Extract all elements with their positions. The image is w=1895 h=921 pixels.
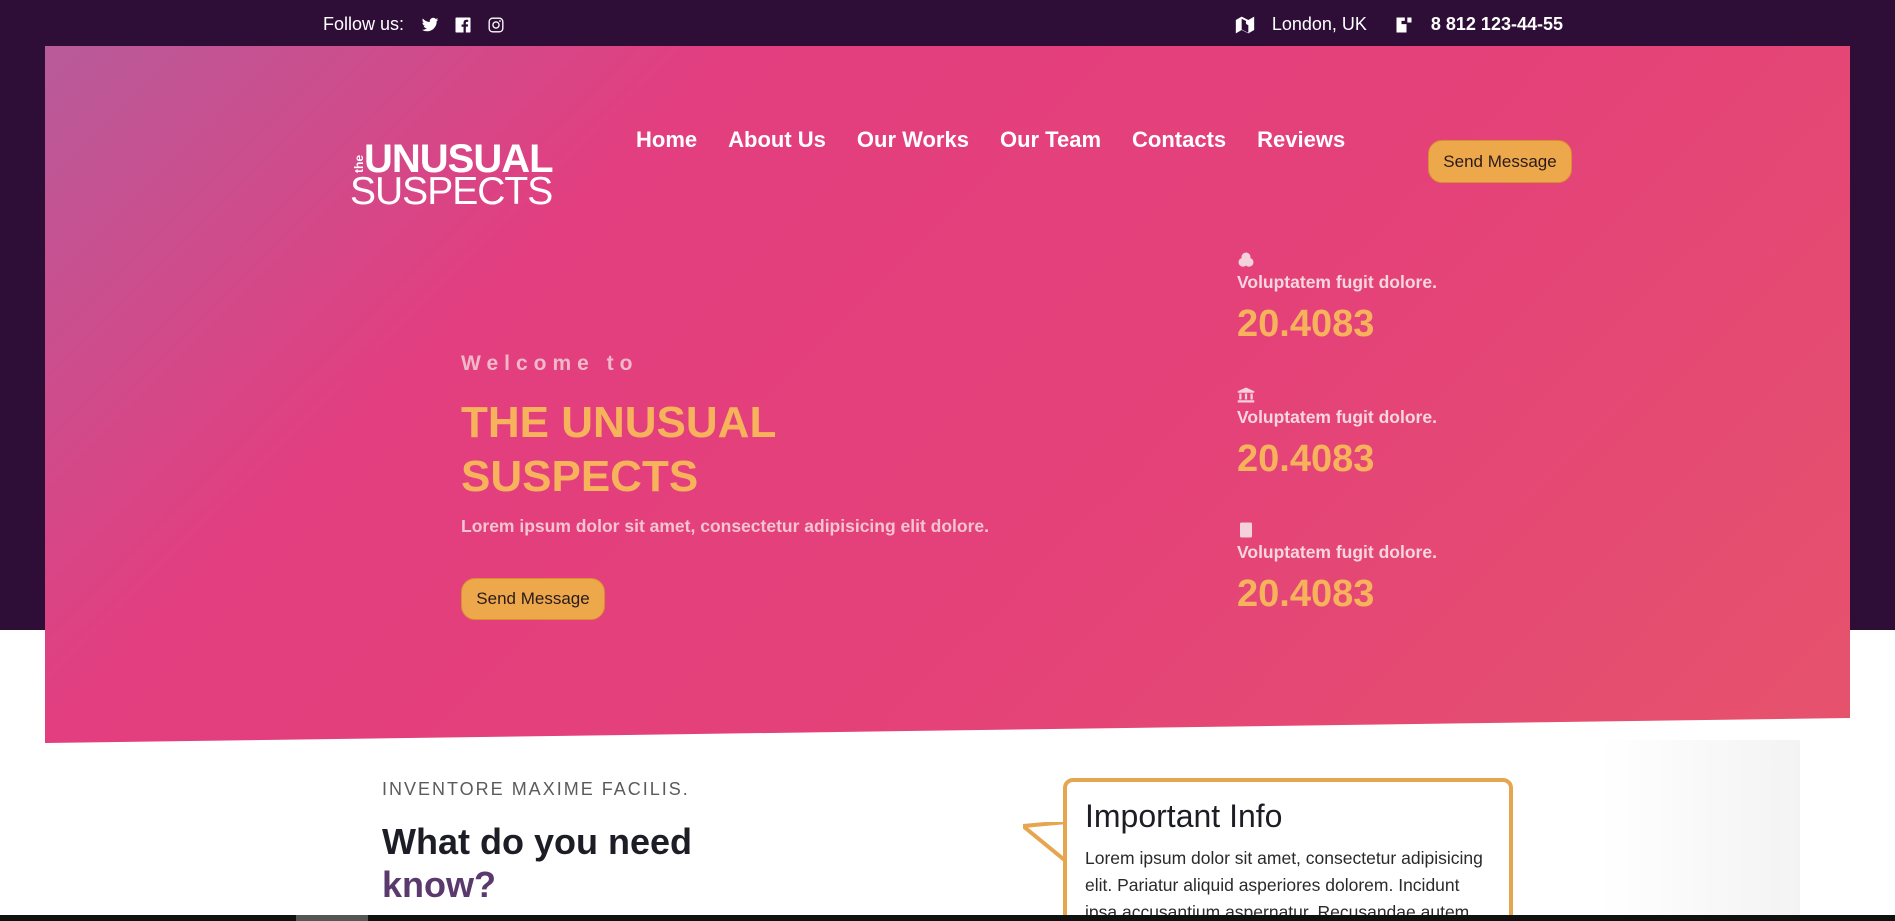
coins-icon	[1237, 252, 1255, 268]
instagram-icon[interactable]	[486, 15, 506, 35]
hero-title: THE UNUSUAL SUSPECTS	[461, 398, 776, 501]
location-text: London, UK	[1271, 14, 1367, 34]
hero-subtitle: Lorem ipsum dolor sit amet, consectetur …	[461, 516, 990, 536]
section-heading-line1: What do you need	[382, 821, 692, 862]
logo-line2: SUSPECTS	[350, 170, 553, 213]
bank-icon	[1237, 387, 1255, 403]
logo[interactable]: the UNUSUAL SUSPECTS	[350, 139, 555, 213]
stat-item: Voluptatem fugit dolore. 20.4083	[1237, 252, 1497, 387]
follow-us: Follow us:	[323, 14, 519, 35]
stat-label: Voluptatem fugit dolore.	[1237, 542, 1437, 562]
stat-item: Voluptatem fugit dolore. 20.4083	[1237, 387, 1497, 522]
stat-label: Voluptatem fugit dolore.	[1237, 272, 1437, 292]
stats-list: Voluptatem fugit dolore. 20.4083 Volupta…	[1237, 252, 1497, 657]
section-heading: What do you need know?	[382, 820, 692, 906]
nav-item-home[interactable]: Home	[636, 127, 697, 153]
hero-text: Welcome to THE UNUSUAL SUSPECTS Lorem ip…	[461, 352, 989, 537]
section-heading-line2: know?	[382, 864, 496, 905]
twitter-icon[interactable]	[420, 15, 440, 35]
info-body: Lorem ipsum dolor sit amet, consectetur …	[1085, 848, 1483, 921]
map-icon	[1234, 15, 1256, 35]
nav-item-contacts[interactable]: Contacts	[1132, 127, 1226, 153]
contact-row: London, UK 8 812 123-44-55	[1234, 14, 1563, 35]
important-info-box: Important Info Lorem ipsum dolor sit ame…	[1063, 778, 1513, 921]
stat-item: Voluptatem fugit dolore. 20.4083	[1237, 522, 1497, 657]
nav-item-our-works[interactable]: Our Works	[857, 127, 969, 153]
follow-label: Follow us:	[323, 14, 405, 34]
send-message-button-header[interactable]: Send Message	[1428, 140, 1572, 183]
nav-item-about-us[interactable]: About Us	[728, 127, 826, 153]
stat-value: 20.4083	[1237, 438, 1375, 480]
stat-value: 20.4083	[1237, 303, 1375, 345]
send-message-button-hero[interactable]: Send Message	[461, 578, 605, 620]
stat-value: 20.4083	[1237, 573, 1375, 615]
nav-item-our-team[interactable]: Our Team	[1000, 127, 1101, 153]
stat-label: Voluptatem fugit dolore.	[1237, 407, 1437, 427]
nav-item-reviews[interactable]: Reviews	[1257, 127, 1345, 153]
main-nav: Home About Us Our Works Our Team Contact…	[636, 127, 1376, 153]
top-bar: Follow us: London, UK 8 812 123-44-55	[0, 0, 1895, 46]
phone-icon	[1393, 15, 1415, 35]
book-icon	[1237, 522, 1255, 538]
hero-welcome: Welcome to	[461, 352, 639, 375]
section-eyebrow: INVENTORE MAXIME FACILIS.	[382, 779, 690, 799]
facebook-icon[interactable]	[453, 15, 473, 35]
decorative-background	[1600, 740, 1800, 921]
info-title: Important Info	[1085, 798, 1283, 834]
horizontal-scrollbar[interactable]	[0, 915, 1895, 921]
phone-link[interactable]: 8 812 123-44-55	[1431, 14, 1563, 35]
scrollbar-thumb[interactable]	[296, 915, 368, 921]
